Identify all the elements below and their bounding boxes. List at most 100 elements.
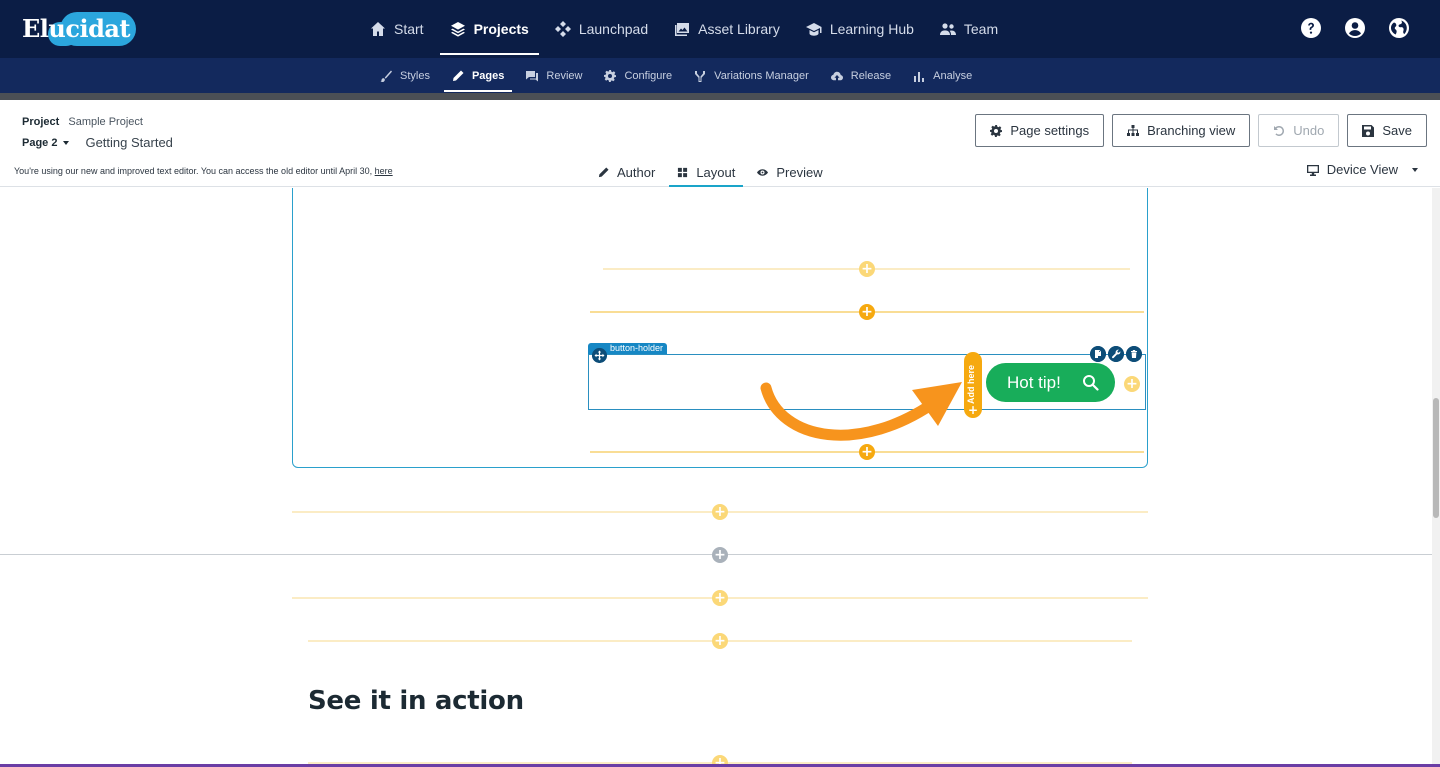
divider-strip xyxy=(0,93,1440,100)
add-section-icon[interactable]: + xyxy=(712,547,728,563)
nav-start[interactable]: Start xyxy=(360,0,434,58)
sitemap-icon xyxy=(1127,124,1140,136)
tab-layout-label: Layout xyxy=(696,165,736,180)
comment-icon xyxy=(526,70,539,81)
editor-notice-text: You're using our new and improved text e… xyxy=(14,166,373,176)
subnav-review[interactable]: Review xyxy=(518,58,590,93)
bar-chart-icon xyxy=(914,71,925,82)
tab-preview[interactable]: Preview xyxy=(749,158,830,187)
editor-mode-tabs: Author Layout Preview xyxy=(590,158,837,187)
page-title[interactable]: Getting Started xyxy=(85,135,172,150)
subnav-styles[interactable]: Styles xyxy=(372,58,438,93)
monitor-icon xyxy=(1306,164,1319,176)
secondary-navigation-bar: Styles Pages Review Configure Variations… xyxy=(0,58,1440,93)
pencil-icon xyxy=(598,167,609,178)
project-breadcrumb: Project Sample Project xyxy=(22,116,143,128)
subnav-release[interactable]: Release xyxy=(823,58,899,93)
globe-icon[interactable] xyxy=(1388,17,1410,39)
subnav-analyse-label: Analyse xyxy=(933,69,973,82)
undo-icon xyxy=(1274,125,1285,136)
top-navigation-bar: Elucidat Start Projects Launchpad Asset … xyxy=(0,0,1440,58)
subnav-styles-label: Styles xyxy=(400,69,430,82)
page-settings-label: Page settings xyxy=(1010,123,1090,138)
nav-asset-library-label: Asset Library xyxy=(698,21,780,37)
section-heading[interactable]: See it in action xyxy=(308,686,524,716)
add-plus-icon[interactable]: + xyxy=(712,590,728,606)
header-actions: Page settings Branching view Undo Save xyxy=(975,114,1427,147)
nav-learning-hub-label: Learning Hub xyxy=(829,21,914,37)
diamond-grid-icon xyxy=(554,21,571,37)
help-icon[interactable] xyxy=(1300,17,1322,39)
gear-icon xyxy=(604,69,617,82)
tab-layout[interactable]: Layout xyxy=(669,158,744,187)
image-library-icon xyxy=(675,23,690,36)
logo-text: Elucidat xyxy=(22,14,131,43)
nav-learning-hub[interactable]: Learning Hub xyxy=(796,0,924,58)
add-plus-icon[interactable]: + xyxy=(859,304,875,320)
scrollbar-thumb[interactable] xyxy=(1433,398,1439,518)
search-icon xyxy=(1083,375,1099,391)
grid-icon xyxy=(678,167,688,178)
device-view-label: Device View xyxy=(1326,162,1398,177)
nav-projects-label: Projects xyxy=(473,21,529,37)
save-label: Save xyxy=(1382,123,1412,138)
nav-launchpad-label: Launchpad xyxy=(578,21,649,37)
nav-team[interactable]: Team xyxy=(930,0,1008,58)
page-selector: Page 2 Getting Started xyxy=(22,135,173,150)
add-plus-icon[interactable]: + xyxy=(859,444,875,460)
branching-view-label: Branching view xyxy=(1147,123,1236,138)
subnav-pages[interactable]: Pages xyxy=(443,58,513,93)
canvas-scrollbar[interactable] xyxy=(1432,188,1440,767)
subnav-pages-label: Pages xyxy=(471,69,505,82)
cloud-upload-icon xyxy=(830,71,843,80)
gear-icon xyxy=(990,124,1003,137)
page-number-dropdown[interactable]: Page 2 xyxy=(22,137,57,149)
hot-tip-label: Hot tip! xyxy=(1007,372,1061,392)
project-label: Project xyxy=(22,116,60,128)
tab-preview-label: Preview xyxy=(776,165,823,180)
layout-canvas[interactable]: + + button-holder Add here + Hot tip! + … xyxy=(0,188,1432,767)
undo-button[interactable]: Undo xyxy=(1258,114,1340,147)
floppy-disk-icon xyxy=(1362,124,1375,137)
copy-icon[interactable] xyxy=(1090,346,1106,362)
user-icon[interactable] xyxy=(1344,17,1366,39)
project-name[interactable]: Sample Project xyxy=(68,116,143,128)
nav-team-label: Team xyxy=(963,21,999,37)
main-nav: Start Projects Launchpad Asset Library L… xyxy=(360,0,1014,58)
selected-section-outline[interactable] xyxy=(292,188,1148,468)
wrench-icon[interactable] xyxy=(1108,346,1124,362)
add-plus-icon[interactable]: + xyxy=(712,633,728,649)
trash-icon[interactable] xyxy=(1126,346,1142,362)
brush-icon xyxy=(380,70,392,82)
nav-projects[interactable]: Projects xyxy=(439,0,540,58)
subnav-configure[interactable]: Configure xyxy=(596,58,680,93)
chevron-down-icon xyxy=(1412,167,1418,172)
subnav-review-label: Review xyxy=(546,69,583,82)
nav-start-label: Start xyxy=(394,21,424,37)
subnav-analyse[interactable]: Analyse xyxy=(905,58,980,93)
subnav-release-label: Release xyxy=(850,69,892,82)
sub-nav: Styles Pages Review Configure Variations… xyxy=(372,58,986,93)
branching-view-button[interactable]: Branching view xyxy=(1112,114,1251,147)
add-plus-icon[interactable]: + xyxy=(712,504,728,520)
graduation-cap-icon xyxy=(805,23,822,36)
save-button[interactable]: Save xyxy=(1347,114,1427,147)
old-editor-link[interactable]: here xyxy=(375,166,393,176)
tab-author[interactable]: Author xyxy=(590,158,663,187)
page-editor-header: Project Sample Project Page 2 Getting St… xyxy=(0,100,1440,187)
hot-tip-button[interactable]: Hot tip! xyxy=(986,363,1115,402)
top-right-icons xyxy=(1300,17,1410,39)
pencil-icon xyxy=(452,70,464,81)
subnav-variations-manager[interactable]: Variations Manager xyxy=(686,58,817,93)
chevron-down-icon[interactable] xyxy=(63,140,70,145)
nav-launchpad[interactable]: Launchpad xyxy=(545,0,658,58)
device-view-dropdown[interactable]: Device View xyxy=(1306,162,1418,177)
add-plus-icon[interactable]: + xyxy=(859,261,875,277)
undo-label: Undo xyxy=(1293,123,1325,138)
eye-icon xyxy=(757,169,769,176)
add-plus-icon[interactable]: + xyxy=(1124,376,1140,392)
team-icon xyxy=(939,23,956,35)
move-icon[interactable] xyxy=(592,348,607,363)
page-settings-button[interactable]: Page settings xyxy=(975,114,1105,147)
nav-asset-library[interactable]: Asset Library xyxy=(664,0,790,58)
